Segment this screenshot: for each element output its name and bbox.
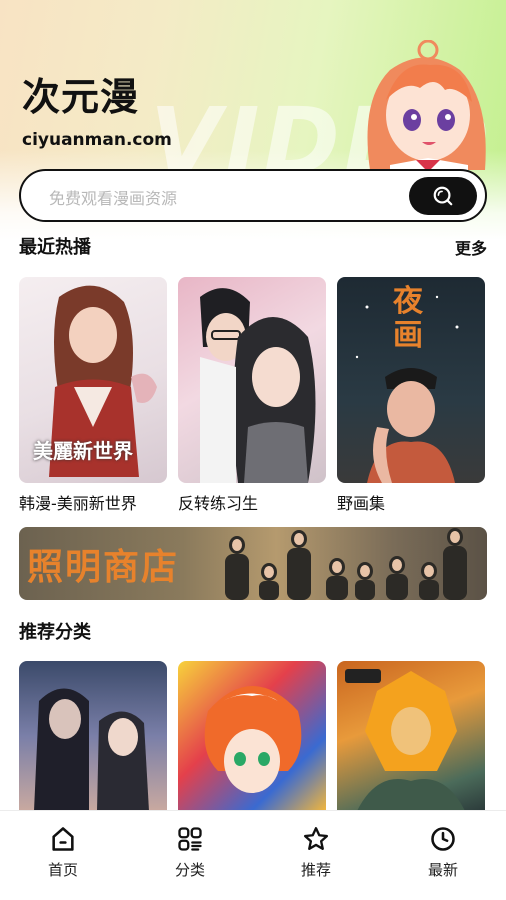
recent-card-2-label[interactable]: 反转练习生 [178,490,258,514]
app-domain: ciyuanman.com [22,130,172,150]
app-title: 次元漫 [22,75,140,119]
recommend-card-2[interactable] [178,661,326,811]
banner-title: 照明商店 [27,547,180,588]
bottom-tab-bar: 首页 分类 推荐 最新 [0,810,506,900]
tab-home[interactable]: 首页 [23,825,103,880]
more-link[interactable]: 更多 [455,235,487,259]
promo-banner[interactable]: 照明商店 [19,527,487,600]
recommend-cover-3 [345,669,465,811]
section-title-recent: 最近热播 [19,237,91,258]
mascot-illustration [367,40,486,180]
tab-home-label: 首页 [47,861,78,879]
tab-latest-label: 最新 [427,861,458,879]
recent-card-1-label[interactable]: 韩漫-美丽新世界 [19,490,137,514]
tab-category-label: 分类 [174,861,205,879]
recent-cover-3-title: 夜画 [393,284,423,353]
recent-cover-2 [200,288,316,483]
section-title-recommend: 推荐分类 [19,622,91,643]
recommend-cover-2 [204,686,302,793]
tab-recommend[interactable]: 推荐 [276,825,356,880]
recommend-card-1[interactable] [19,661,167,811]
tab-category[interactable]: 分类 [150,825,230,880]
search-icon [433,186,453,206]
tab-recommend-label: 推荐 [300,861,331,879]
search-input[interactable]: 免费观看漫画资源 [49,185,177,209]
recent-card-3-label[interactable]: 野画集 [337,490,385,514]
recent-cover-1-title: 美麗新世界 [33,439,133,463]
recent-card-1[interactable]: 美麗新世界 [19,277,167,483]
recommend-cover-1 [34,688,149,811]
search-bar[interactable]: 免费观看漫画资源 [19,169,487,222]
home-icon [52,827,74,851]
recent-card-3[interactable]: 夜画 [337,277,485,483]
clock-icon [431,827,455,851]
category-icon [178,827,202,851]
recommend-card-3[interactable] [337,661,485,811]
star-icon [303,827,329,850]
tab-latest[interactable]: 最新 [403,825,483,880]
search-button[interactable] [409,177,477,215]
recent-card-2[interactable] [178,277,326,483]
